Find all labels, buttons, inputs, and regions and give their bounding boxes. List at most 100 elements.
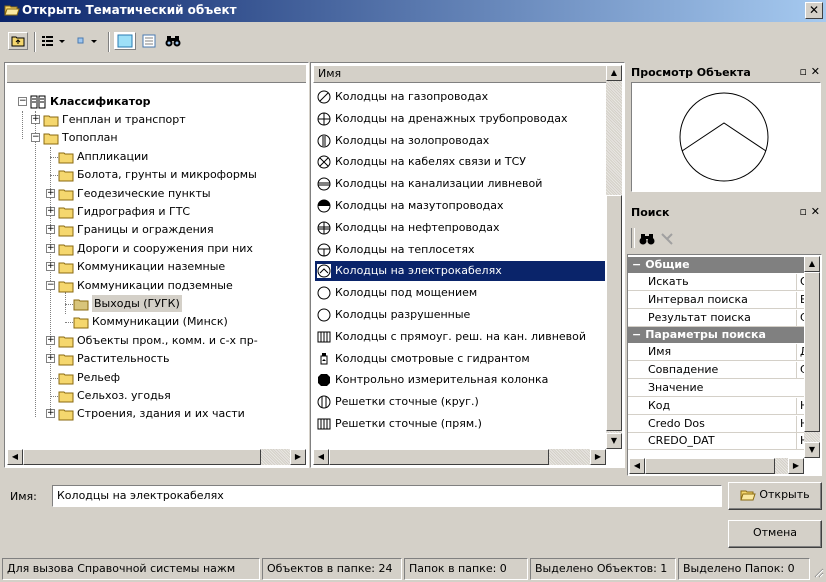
- scroll-thumb[interactable]: [23, 449, 261, 465]
- scroll-down-button[interactable]: ▼: [606, 433, 622, 449]
- scroll-thumb[interactable]: [329, 449, 549, 465]
- tree-expander[interactable]: +: [46, 409, 55, 419]
- property-value[interactable]: Д: [796, 344, 804, 361]
- tree-hscrollbar[interactable]: ◀ ▶: [7, 449, 306, 465]
- tree-item[interactable]: Генплан и транспорт: [62, 111, 186, 129]
- tree-item[interactable]: Сельхоз. угодья: [77, 387, 171, 405]
- binoculars-icon[interactable]: [639, 232, 655, 246]
- tree-item[interactable]: Аппликации: [77, 148, 148, 166]
- small-icons-button[interactable]: [74, 32, 106, 50]
- property-row[interactable]: Значение: [628, 380, 804, 397]
- property-row[interactable]: Имя Д: [628, 344, 804, 362]
- clear-search-icon[interactable]: [659, 232, 675, 246]
- property-row[interactable]: Credo Dos Н: [628, 415, 804, 433]
- list-header-name[interactable]: Имя: [313, 65, 615, 83]
- list-item[interactable]: Колодцы на дренажных трубопроводах: [315, 109, 605, 129]
- panel-controls[interactable]: ▫ ✕: [799, 205, 820, 218]
- tree-item[interactable]: Объекты пром., комм. и с-х пр-: [77, 332, 258, 350]
- property-row[interactable]: Искать О: [628, 274, 804, 291]
- tree-item[interactable]: Растительность: [77, 350, 170, 368]
- tree-item[interactable]: Границы и ограждения: [77, 221, 214, 239]
- object-list-panel[interactable]: Имя Колодцы на газопроводах Колодцы на др…: [310, 62, 625, 468]
- tree-expander[interactable]: −: [46, 280, 55, 290]
- property-value[interactable]: О: [796, 274, 804, 290]
- list-item[interactable]: Колодцы с прямоуг. реш. на кан. ливневой: [315, 327, 605, 347]
- tree-item[interactable]: Топоплан: [62, 129, 118, 147]
- property-value[interactable]: В: [796, 291, 804, 308]
- panel-controls[interactable]: ▫ ✕: [799, 65, 820, 78]
- scroll-thumb[interactable]: [804, 272, 820, 432]
- folder-up-button[interactable]: [8, 32, 28, 50]
- props-vscrollbar[interactable]: ▲ ▼: [804, 256, 820, 458]
- scroll-left-button[interactable]: ◀: [313, 449, 329, 465]
- tree-item[interactable]: Выходы (ГУГК): [92, 295, 182, 312]
- tree-expander[interactable]: +: [46, 243, 55, 253]
- property-group[interactable]: − Общие: [628, 257, 804, 273]
- close-button[interactable]: ✕: [805, 2, 823, 19]
- tree-expander[interactable]: +: [46, 262, 55, 272]
- list-item[interactable]: Решетки сточные (прям.): [315, 414, 605, 434]
- tree-expander[interactable]: −: [31, 133, 40, 143]
- list-hscrollbar[interactable]: ◀ ▶: [313, 449, 606, 465]
- property-row[interactable]: Интервал поиска В: [628, 291, 804, 309]
- list-item[interactable]: Колодцы на нефтепроводах: [315, 218, 605, 238]
- scroll-right-button[interactable]: ▶: [290, 449, 306, 465]
- list-vscrollbar[interactable]: ▲ ▼: [606, 65, 622, 449]
- list-item[interactable]: Колодцы разрушенные: [315, 305, 605, 325]
- list-item[interactable]: Колодцы смотровые с гидрантом: [315, 349, 605, 369]
- list-item[interactable]: Колодцы на газопроводах: [315, 87, 605, 107]
- find-button[interactable]: [162, 32, 184, 50]
- tree-expander[interactable]: +: [46, 207, 55, 216]
- tree-item[interactable]: Гидрография и ГТС: [77, 203, 190, 221]
- tree-item[interactable]: Коммуникации подземные: [77, 277, 233, 295]
- tree-item[interactable]: Рельеф: [77, 369, 120, 387]
- scroll-left-button[interactable]: ◀: [629, 458, 645, 474]
- scroll-thumb[interactable]: [645, 458, 775, 474]
- list-item[interactable]: Колодцы на канализации ливневой: [315, 174, 605, 194]
- scroll-down-button[interactable]: ▼: [804, 442, 820, 458]
- scroll-thumb[interactable]: [606, 195, 622, 431]
- view-mode-button[interactable]: [40, 32, 72, 50]
- property-value[interactable]: С: [796, 362, 804, 379]
- tree-item[interactable]: Строения, здания и их части: [77, 405, 245, 423]
- name-field[interactable]: Колодцы на электрокабелях: [52, 485, 722, 507]
- list-item[interactable]: Решетки сточные (круг.): [315, 392, 605, 412]
- tree-expander[interactable]: +: [46, 188, 55, 198]
- collapse-icon[interactable]: −: [632, 328, 641, 341]
- tree-panel[interactable]: − Классификатор + Генплан и транспорт − Топ…: [4, 62, 309, 468]
- tree-item[interactable]: Коммуникации (Минск): [92, 313, 228, 331]
- list-item[interactable]: Колодцы под мощением: [315, 283, 605, 303]
- tree-expander[interactable]: +: [46, 225, 55, 235]
- tree-expander[interactable]: −: [18, 97, 27, 106]
- list-item-selected[interactable]: Колодцы на электрокабелях: [315, 261, 605, 282]
- property-value[interactable]: Н: [796, 433, 804, 450]
- list-view-button[interactable]: [138, 32, 160, 50]
- property-row[interactable]: Код Н: [628, 397, 804, 415]
- tree-item[interactable]: Коммуникации наземные: [77, 258, 225, 276]
- scroll-left-button[interactable]: ◀: [7, 449, 23, 465]
- tree-expander[interactable]: +: [46, 335, 55, 345]
- props-hscrollbar[interactable]: ◀ ▶: [629, 458, 804, 474]
- tree-item[interactable]: Геодезические пункты: [77, 185, 211, 203]
- tree-expander[interactable]: +: [46, 354, 55, 364]
- list-item[interactable]: Колодцы на золопроводах: [315, 131, 605, 151]
- tree-expander[interactable]: +: [31, 115, 40, 124]
- property-value[interactable]: Н: [796, 397, 804, 414]
- cancel-button[interactable]: Отмена: [728, 520, 822, 548]
- list-item[interactable]: Колодцы на теплосетях: [315, 240, 605, 260]
- list-item[interactable]: Колодцы на кабелях связи и ТСУ: [315, 152, 605, 172]
- property-group[interactable]: − Параметры поиска: [628, 327, 804, 344]
- list-item[interactable]: Колодцы на мазутопроводах: [315, 196, 605, 216]
- property-value[interactable]: Н: [796, 415, 804, 432]
- scroll-up-button[interactable]: ▲: [804, 256, 820, 272]
- open-button[interactable]: Открыть: [728, 482, 822, 510]
- property-row[interactable]: CREDO_DAT Н: [628, 433, 804, 451]
- large-icons-button[interactable]: [114, 32, 136, 50]
- tree-item[interactable]: Дороги и сооружения при них: [77, 240, 253, 258]
- search-properties[interactable]: −ОбщиеИскатьОИнтервал поискаВРезультат п…: [627, 254, 822, 476]
- collapse-icon[interactable]: −: [632, 258, 641, 271]
- scroll-up-button[interactable]: ▲: [606, 65, 622, 81]
- tree-root[interactable]: Классификатор: [50, 93, 151, 111]
- scroll-right-button[interactable]: ▶: [590, 449, 606, 465]
- scroll-right-button[interactable]: ▶: [788, 458, 804, 474]
